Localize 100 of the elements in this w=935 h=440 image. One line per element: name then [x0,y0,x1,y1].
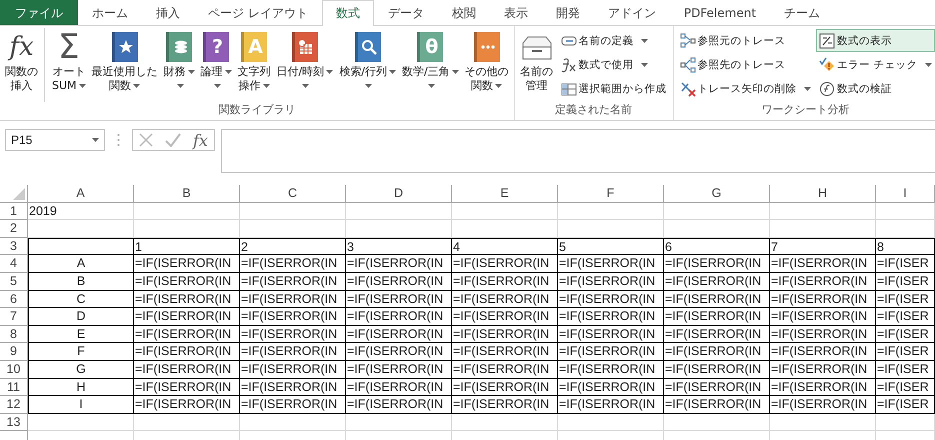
ribbon-button[interactable]: 名前の 管理 [518,28,556,102]
table-cell: =IF(ISERROR(IN [240,360,346,379]
table-cell: =IF(ISERROR(IN [558,255,664,273]
table-cell: =IF(ISERROR(IN [770,290,876,308]
ribbon-button[interactable]: 最近使用した 関数 [90,28,160,102]
column-header[interactable]: C [240,185,346,203]
column-header[interactable]: I [876,185,935,203]
warning-icon [819,56,836,72]
row-number[interactable]: 8 [0,326,28,344]
ribbon-button[interactable]: 日付/時刻 [274,28,336,102]
trace-arrows-icon [680,32,696,48]
table-cell: 7 [770,238,876,256]
name-box[interactable]: P15 [5,129,105,151]
table-cell: H [28,378,134,396]
caret-icon [804,86,812,90]
table-cell: =IF(ISERROR(IN [346,360,452,379]
ribbon-button[interactable]: 数式で使用 [558,53,670,76]
ribbon-button[interactable]: A 文字列 操作 [236,28,273,102]
ribbon-button[interactable]: エラー チェック [816,53,935,76]
ribbon-button[interactable]: 参照先のトレース [676,53,814,76]
check-icon[interactable] [165,133,181,147]
caret-icon [641,62,648,66]
table-cell: =IF(ISER [876,343,935,361]
table-cell: =IF(ISERROR(IN [770,396,876,414]
row-number[interactable]: 6 [0,290,28,308]
table-cell: =IF(ISERROR(IN [558,396,664,414]
table-cell: =IF(ISERROR(IN [346,396,452,414]
table-cell: =IF(ISERROR(IN [770,343,876,361]
table-cell: =IF(ISERROR(IN [452,272,558,291]
ribbon-button[interactable]: 数式の検証 [816,77,935,100]
insert-function-button[interactable]: fx [193,130,208,150]
table-cell: =IF(ISERROR(IN [664,378,770,396]
row-number[interactable]: 4 [0,255,28,273]
table-cell: =IF(ISER [876,308,935,326]
row-number[interactable]: 10 [0,360,28,379]
caret-icon [133,84,140,88]
table-cell: =IF(ISERROR(IN [346,343,452,361]
table-cell: =IF(ISERROR(IN [770,326,876,344]
table-cell: F [28,343,134,361]
table-cell: =IF(ISERROR(IN [664,360,770,379]
table-cell: B [28,272,134,291]
row-number[interactable]: 5 [0,272,28,291]
table-cell: =IF(ISERROR(IN [134,255,240,273]
table-cell: =IF(ISERROR(IN [240,396,346,414]
table-cell: =IF(ISER [876,272,935,291]
ribbon-button[interactable]: 数式の表示 [816,29,935,52]
table-cell [876,220,935,238]
table-cell: =IF(ISERROR(IN [452,326,558,344]
formula-input[interactable] [220,129,935,173]
column-header[interactable]: F [558,185,664,203]
table-cell: =IF(ISERROR(IN [452,378,558,396]
table-cell: =IF(ISERROR(IN [664,343,770,361]
table-cell [876,414,935,432]
column-header[interactable]: G [664,185,770,203]
table-cell: =IF(ISERROR(IN [770,308,876,326]
cancel-icon[interactable] [139,133,153,147]
table-cell: =IF(ISERROR(IN [134,396,240,414]
table-cell: =IF(ISERROR(IN [240,378,346,396]
ribbon-button[interactable]: ? 論理 [198,28,234,102]
table-cell: =IF(ISERROR(IN [346,255,452,273]
row-number[interactable]: 1 [0,202,28,220]
book-icon: θ [417,32,444,62]
group-label: ワークシート分析 [762,102,850,118]
caret-icon [326,70,334,74]
ribbon-button[interactable]: トレース矢印の削除 [676,77,814,100]
ribbon-button[interactable]: その他の 関数 [462,28,511,102]
ribbon-button[interactable]: 名前の定義 [558,29,670,52]
row-number[interactable]: 12 [0,396,28,414]
function-icon [560,56,577,72]
select-all-icon[interactable] [13,188,25,200]
ribbon-button[interactable]: fx 関数の 挿入 [3,28,45,102]
row-number[interactable]: 7 [0,308,28,326]
table-cell: =IF(ISERROR(IN [346,272,452,291]
table-cell: 2019 [28,202,134,220]
ribbon-tab[interactable]: 数式 [322,0,374,26]
ribbon-button[interactable]: 選択範囲から作成 [558,77,670,100]
row-number[interactable]: 3 [0,238,28,256]
row-number[interactable]: 9 [0,343,28,361]
table-cell: =IF(ISERROR(IN [134,290,240,308]
caret-icon [428,84,435,88]
ribbon-button[interactable]: 財務 [162,28,197,102]
ribbon-button[interactable]: 検索/行列 [337,28,398,102]
column-header[interactable]: B [134,185,240,203]
table-cell: =IF(ISERROR(IN [452,308,558,326]
column-header[interactable]: E [452,185,558,203]
column-header[interactable]: A [28,185,134,203]
column-header[interactable]: H [770,185,876,203]
ribbon-button[interactable]: θ 数学/三角 [400,28,461,102]
ribbon-button[interactable]: Σ オート SUM [50,28,88,102]
row-number[interactable]: 13 [0,414,28,432]
table-cell: =IF(ISERROR(IN [664,308,770,326]
caret-icon [452,70,459,74]
row-number[interactable]: 2 [0,220,28,238]
table-cell: E [28,326,134,344]
file-tab[interactable]: ファイル [0,0,78,25]
ribbon-button[interactable]: 参照元のトレース [676,29,814,52]
row-number[interactable]: 11 [0,378,28,396]
table-cell: =IF(ISER [876,326,935,344]
column-header[interactable]: D [346,185,452,203]
table-cell: 1 [134,238,240,256]
